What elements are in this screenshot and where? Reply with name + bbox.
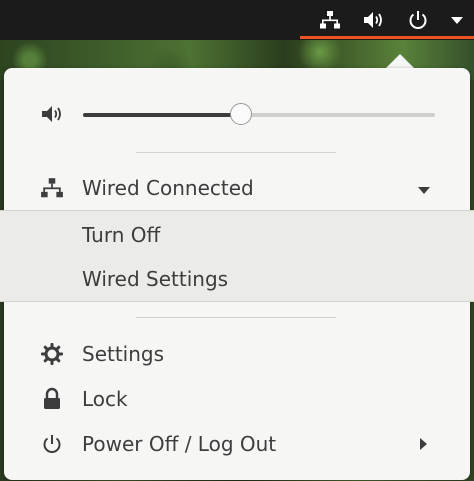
network-wired-icon [40, 176, 64, 200]
power-off-log-out-label: Power Off / Log Out [82, 432, 277, 456]
chevron-right-icon [418, 432, 428, 456]
turn-off-item[interactable]: Turn Off [4, 213, 470, 257]
power-icon [409, 11, 427, 29]
lock-icon [40, 387, 64, 411]
power-indicator[interactable] [396, 0, 440, 40]
power-icon [40, 432, 64, 456]
menu-separator [136, 317, 336, 318]
settings-item[interactable]: Settings [4, 332, 470, 376]
menu-separator [136, 152, 336, 153]
caret-down-icon [451, 17, 463, 24]
network-wired-item[interactable]: Wired Connected [4, 166, 470, 210]
wired-settings-item[interactable]: Wired Settings [4, 257, 470, 301]
network-wired-icon [320, 11, 340, 29]
lock-item[interactable]: Lock [4, 377, 470, 421]
volume-slider-fill [83, 113, 242, 117]
system-indicators[interactable] [308, 0, 474, 40]
volume-indicator[interactable] [352, 0, 396, 40]
active-indicator-underline [300, 36, 474, 39]
caret-down-icon [417, 176, 431, 200]
network-wired-indicator[interactable] [308, 0, 352, 40]
system-menu: Wired Connected Turn Off Wired Settings [0, 68, 474, 480]
menu-dropdown-indicator[interactable] [440, 0, 474, 40]
volume-row [4, 94, 470, 134]
volume-slider-handle[interactable] [230, 103, 253, 125]
turn-off-label: Turn Off [82, 223, 161, 247]
speaker-volume-icon [42, 106, 61, 122]
settings-label: Settings [82, 342, 165, 366]
network-wired-label: Wired Connected [82, 176, 254, 200]
power-off-log-out-item[interactable]: Power Off / Log Out [4, 422, 470, 466]
network-wired-submenu: Turn Off Wired Settings [0, 210, 474, 302]
wired-settings-label: Wired Settings [82, 267, 229, 291]
speaker-volume-icon [364, 12, 382, 28]
top-panel [0, 0, 474, 40]
gear-icon [40, 342, 64, 366]
lock-label: Lock [82, 387, 128, 411]
